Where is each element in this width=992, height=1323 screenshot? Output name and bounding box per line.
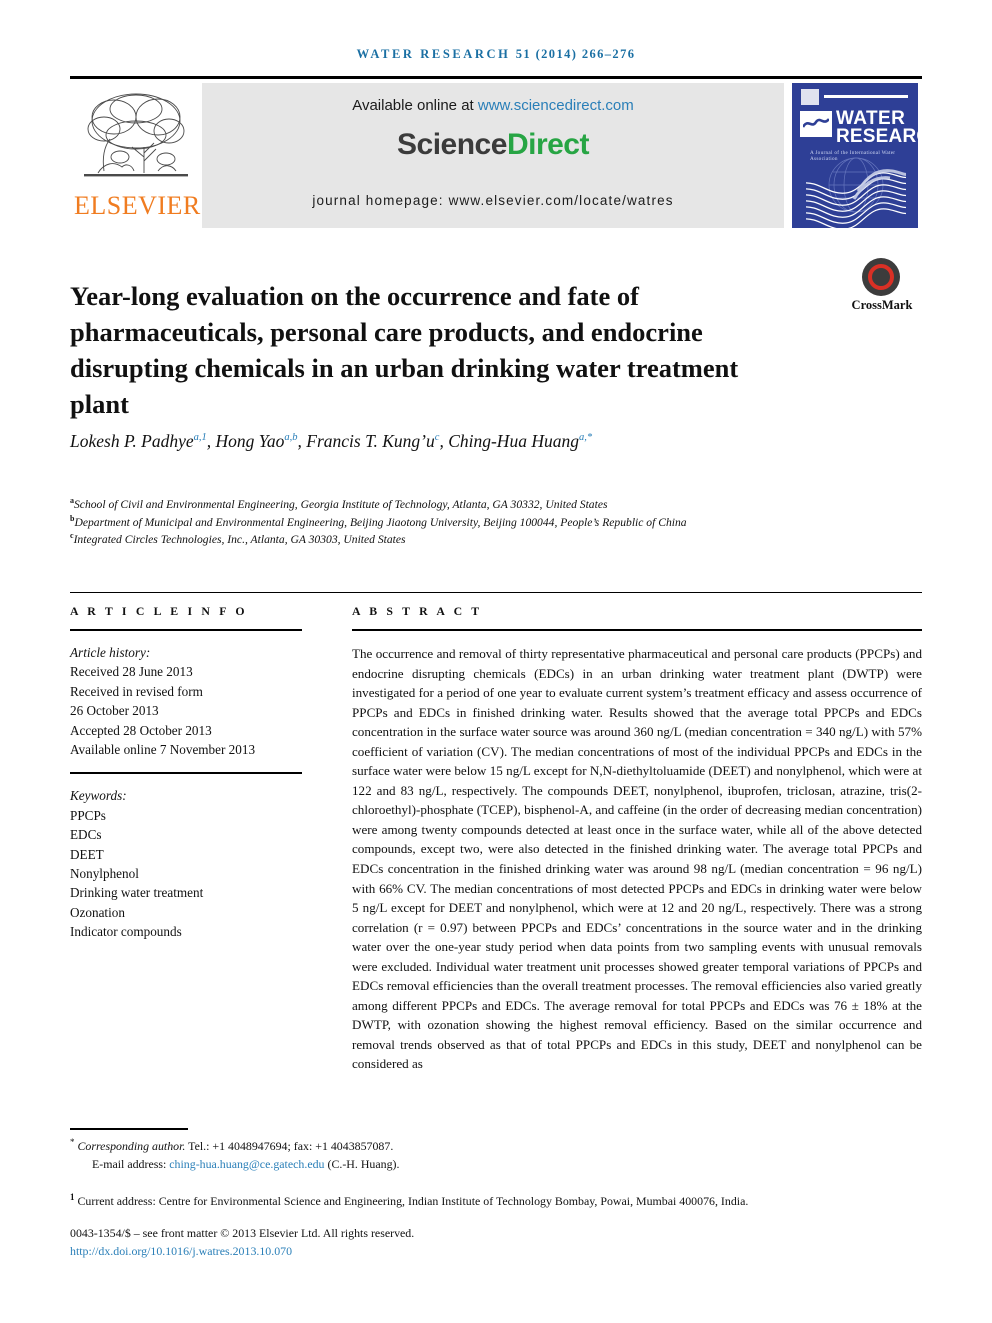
journal-homepage-line: journal homepage: www.elsevier.com/locat… [312, 193, 674, 208]
cover-top-rule [824, 95, 908, 98]
sciencedirect-logo: ScienceDirect [202, 128, 784, 162]
doi-line: http://dx.doi.org/10.1016/j.watres.2013.… [70, 1243, 930, 1261]
corresponding-author-label: Corresponding author. [77, 1138, 186, 1153]
affiliation-item: bDepartment of Municipal and Environment… [70, 514, 860, 532]
doi-link[interactable]: http://dx.doi.org/10.1016/j.watres.2013.… [70, 1244, 292, 1258]
keywords-label: Keywords: [70, 788, 127, 804]
corresponding-author-contact: Tel.: +1 4048947694; fax: +1 4043857087. [185, 1138, 394, 1153]
email-suffix: (C.-H. Huang). [324, 1156, 400, 1171]
article-info-rule [70, 629, 302, 631]
article-history-item: Accepted 28 October 2013 [70, 722, 212, 738]
article-info-column: A R T I C L E I N F O Article history: R… [70, 604, 302, 942]
footnote-rule [70, 1128, 188, 1130]
article-history-item: Received in revised form [70, 683, 203, 699]
article-history: Article history: Received 28 June 2013 Re… [70, 643, 302, 759]
sciencedirect-logo-direct: Direct [506, 128, 590, 161]
crossmark-label: CrossMark [851, 298, 913, 312]
sciencedirect-link[interactable]: www.sciencedirect.com [478, 97, 634, 114]
corresponding-author-note: * Corresponding author. Tel.: +1 4048947… [70, 1134, 930, 1156]
affiliation-item: cIntegrated Circles Technologies, Inc., … [70, 531, 860, 549]
keywords-block: Keywords: PPCPs EDCs DEET Nonylphenol Drinki… [70, 786, 302, 941]
crossmark-icon [862, 258, 900, 296]
issn-copyright-line: 0043-1354/$ – see front matter © 2013 El… [70, 1225, 415, 1240]
keyword-item: Drinking water treatment [70, 885, 204, 901]
article-info-heading: A R T I C L E I N F O [70, 604, 248, 618]
affiliation-text: Department of Municipal and Environmenta… [74, 515, 687, 529]
cover-publisher-mark-icon [801, 89, 819, 105]
email-label: E-mail address: [92, 1156, 170, 1171]
keywords-rule [70, 772, 302, 775]
article-history-label: Article history: [70, 645, 151, 660]
footnote-one-mark: 1 [70, 1192, 75, 1203]
abstract-column: A B S T R A C T The occurrence and remov… [352, 604, 922, 1074]
author-name: Ching-Hua Huang [448, 431, 579, 451]
sciencedirect-logo-science: Science [397, 128, 507, 161]
cover-globe-waves-graphic [806, 157, 906, 228]
keyword-items: PPCPs EDCs DEET Nonylphenol Drinking water t… [70, 806, 302, 942]
abstract-heading: A B S T R A C T [352, 604, 483, 618]
masthead: ELSEVIER Available online at www.science… [70, 83, 922, 228]
available-online-prefix: Available online at [352, 97, 478, 114]
email-line: E-mail address: ching-hua.huang@ce.gatec… [92, 1156, 930, 1174]
footnote-one-text: Current address: Centre for Environmenta… [77, 1194, 749, 1209]
affiliation-text: Integrated Circles Technologies, Inc., A… [73, 533, 406, 547]
affiliation-list: aSchool of Civil and Environmental Engin… [70, 496, 860, 549]
affiliation-item: aSchool of Civil and Environmental Engin… [70, 496, 860, 514]
keyword-item: EDCs [70, 827, 102, 843]
author-affiliation-mark: c [434, 432, 440, 444]
keyword-item: PPCPs [70, 807, 106, 823]
article-history-item: Received 28 June 2013 [70, 664, 193, 680]
author-name: Hong Yao [215, 431, 285, 451]
author-list: Lokesh P. Padhyea,1, Hong Yaoa,b, Franci… [70, 431, 593, 451]
page-title: Year-long evaluation on the occurrence a… [70, 280, 739, 419]
abstract-text: The occurrence and removal of thirty rep… [352, 646, 922, 1072]
elsevier-tree-icon [84, 93, 188, 177]
article-history-item: 26 October 2013 [70, 703, 159, 719]
journal-article-first-page: WATER RESEARCH 51 (2014) 266–276 ELSEVIE… [0, 0, 992, 1323]
sciencedirect-banner: Available online at www.sciencedirect.co… [202, 83, 784, 228]
author-name: Francis T. Kung’u [306, 431, 435, 451]
cover-title-line2: RESEARCH [836, 126, 918, 147]
iwa-wave-icon [803, 118, 829, 128]
author-affiliation-mark: a,b [284, 432, 298, 444]
footnote-one: 1 Current address: Centre for Environmen… [70, 1189, 930, 1211]
article-history-items: Received 28 June 2013 Received in revised… [70, 662, 302, 759]
email-link[interactable]: ching-hua.huang@ce.gatech.edu [169, 1157, 324, 1171]
author-name: Lokesh P. Padhye [70, 431, 194, 451]
section-divider-rule [70, 592, 922, 593]
author-affiliation-mark: a,* [578, 432, 593, 444]
keyword-item: DEET [70, 846, 104, 862]
keyword-item: Indicator compounds [70, 924, 182, 940]
author-affiliation-mark: a,1 [193, 432, 207, 444]
elsevier-wordmark: ELSEVIER [74, 191, 201, 220]
running-head-journal: WATER RESEARCH [356, 47, 511, 61]
crossmark-badge[interactable]: CrossMark [836, 258, 928, 316]
running-head-volume: 51 (2014) 266–276 [515, 47, 636, 61]
journal-cover-thumbnail: WATER RESEARCH A Journal of the Internat… [792, 83, 918, 228]
affiliation-text: School of Civil and Environmental Engine… [74, 498, 608, 511]
abstract-rule [352, 629, 922, 631]
running-head: WATER RESEARCH 51 (2014) 266–276 [0, 47, 992, 62]
keyword-item: Nonylphenol [70, 866, 139, 882]
keyword-item: Ozonation [70, 904, 125, 920]
header-rule [70, 76, 922, 79]
crossmark-center-icon [874, 270, 888, 284]
corresponding-author-mark: * [70, 1137, 75, 1147]
article-history-item: Available online 7 November 2013 [70, 742, 256, 758]
footnote-block: * Corresponding author. Tel.: +1 4048947… [70, 1134, 930, 1261]
available-online-line: Available online at www.sciencedirect.co… [202, 97, 784, 114]
elsevier-logo: ELSEVIER [74, 87, 201, 227]
